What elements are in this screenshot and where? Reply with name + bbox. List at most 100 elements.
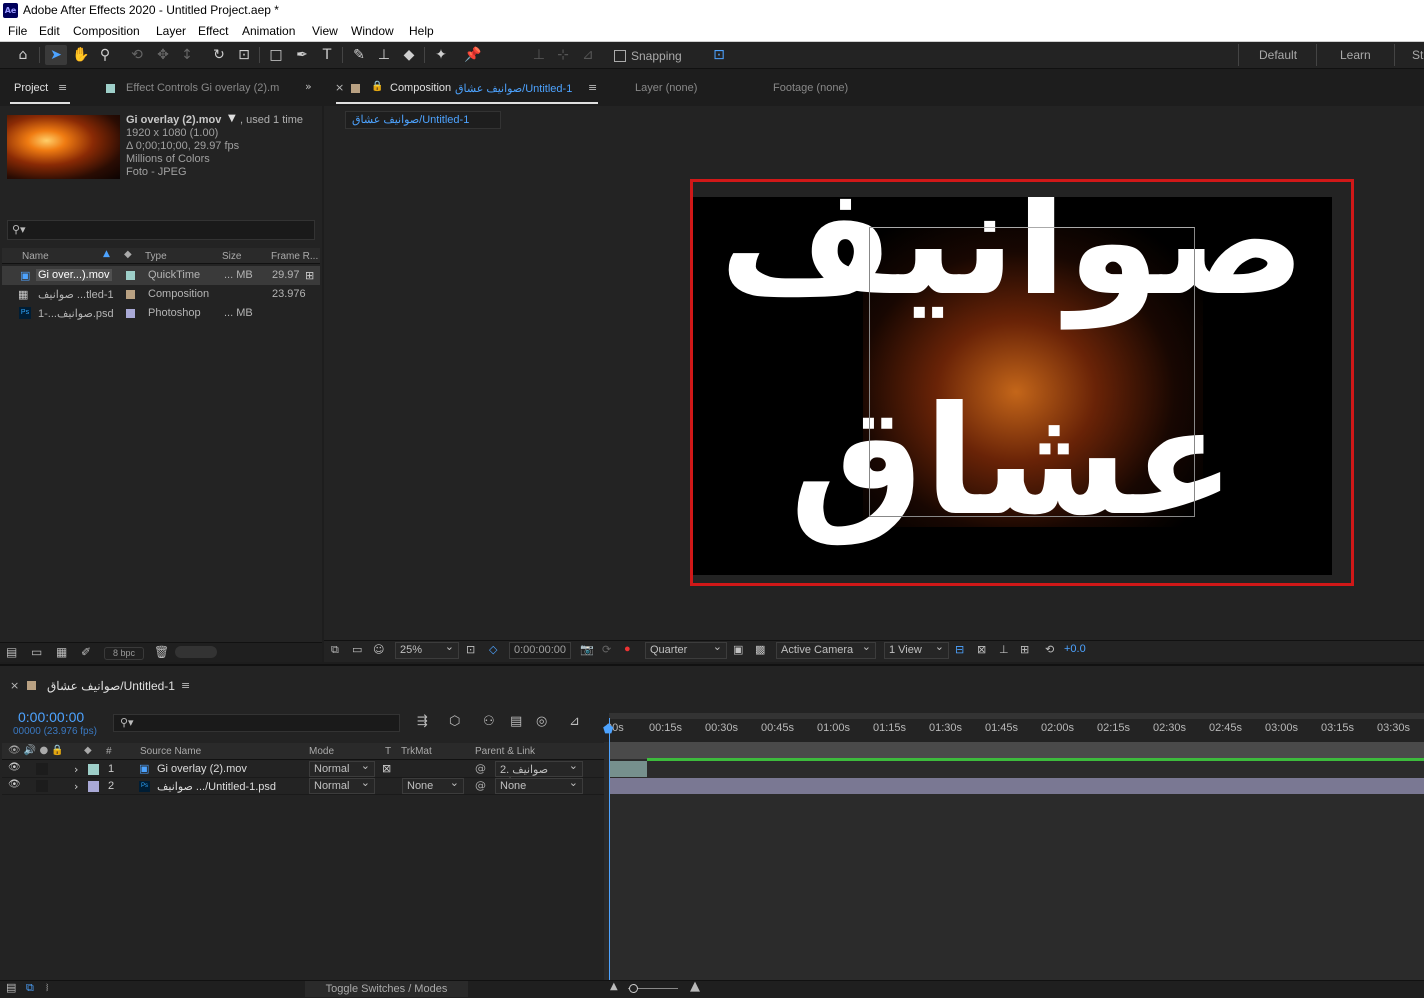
current-time-field[interactable]: 0:00:00:00 (509, 642, 571, 659)
zoom-dropdown[interactable]: 25% (395, 640, 459, 659)
workspace-default[interactable]: Default (1259, 48, 1297, 62)
draft-3d-icon[interactable]: ⬡ (449, 714, 460, 729)
zoom-out-mountain-icon[interactable]: ▲ (610, 981, 618, 992)
chevron-right-icon[interactable]: » (305, 80, 312, 93)
tab-project[interactable]: Project (14, 82, 48, 94)
show-snapshot-icon[interactable]: ⟳ (602, 643, 611, 661)
col-size[interactable]: Size (222, 251, 241, 262)
tab-footage[interactable]: Footage (none) (773, 82, 848, 94)
interpret-footage-icon[interactable]: ▤ (6, 645, 17, 659)
layer-row-2[interactable]: 👁 › 2 Ps صوانيف .../Untitled-1.psd Norma… (2, 776, 604, 795)
layer-bar-1[interactable] (609, 761, 647, 777)
col-trkmat[interactable]: TrkMat (401, 746, 432, 757)
layer-bar-2[interactable] (609, 778, 1424, 794)
frame-blending-icon[interactable]: ▤ (510, 714, 522, 729)
layer-row-1[interactable]: 👁 › 1 ▣ Gi overlay (2).mov Normal ⊠ @ 2.… (2, 759, 604, 789)
zoom-slider-handle[interactable] (629, 984, 638, 993)
pen-tool-icon[interactable]: ✒ (291, 45, 313, 65)
view-layout-dropdown[interactable]: 1 View (884, 640, 949, 659)
timeline-icon[interactable]: ⊥ (999, 643, 1009, 661)
monitor-icon[interactable]: ▭ (352, 643, 362, 661)
tab-effect-controls[interactable]: Effect Controls Gi overlay (2).m (126, 82, 279, 94)
project-row-overlay[interactable]: ▣ Gi over...).mov QuickTime ... MB 29.97… (2, 266, 320, 285)
playhead-icon[interactable]: ⬟ (603, 722, 613, 736)
expand-chevron-icon[interactable]: › (74, 763, 78, 776)
snapping-checkbox[interactable] (614, 50, 626, 62)
new-composition-icon[interactable]: ▦ (56, 645, 67, 659)
selection-tool-icon[interactable]: ➤ (45, 45, 67, 65)
graph-editor-icon[interactable]: ⊿ (569, 714, 580, 729)
parent-dropdown[interactable]: None (495, 776, 583, 794)
transparency-grid-icon[interactable]: ▩ (755, 643, 765, 661)
in-out-icon[interactable]: ⧘ (46, 981, 48, 995)
workspace-learn[interactable]: Learn (1340, 48, 1371, 62)
timeline-current-time[interactable]: 0:00:00:00 (18, 709, 84, 725)
col-parent[interactable]: Parent & Link (475, 746, 535, 757)
brush-tool-icon[interactable]: ✎ (348, 45, 370, 65)
view-axis-icon[interactable]: ⊿ (577, 45, 599, 65)
trash-icon[interactable]: 🗑 (154, 645, 169, 659)
comp-mini-flowchart-icon[interactable]: ⇶ (417, 714, 428, 729)
layer-mode-dropdown[interactable]: Normal (309, 776, 375, 794)
flowchart-icon[interactable]: ⊞ (1020, 643, 1029, 661)
lock-icon[interactable]: 🔒 (371, 81, 383, 92)
comp-tab-name[interactable]: صوانيف عشاق/Untitled-1 (455, 82, 572, 95)
tab-layer[interactable]: Layer (none) (635, 82, 697, 94)
layer-mode-dropdown[interactable]: Normal (309, 759, 375, 777)
adjust-icon[interactable]: ✐ (81, 645, 91, 659)
fit-icon[interactable]: ⊡ (466, 643, 475, 661)
close-tab-icon[interactable]: × (10, 679, 19, 692)
work-area-bar[interactable] (609, 713, 1424, 719)
camera-dropdown[interactable]: Active Camera (776, 640, 876, 659)
world-axis-icon[interactable]: ⊹ (552, 45, 574, 65)
project-row-composition[interactable]: ▦ صوانيف ...tled-1 Composition 23.976 (2, 285, 320, 304)
always-preview-icon[interactable]: ⧉ (331, 643, 339, 661)
trkmat-dropdown[interactable]: None (402, 776, 464, 794)
zoom-in-mountain-icon[interactable]: ▲ (690, 979, 700, 994)
rectangle-tool-icon[interactable]: □ (265, 45, 287, 65)
snapshot-camera-icon[interactable]: 📷 (580, 643, 594, 661)
menu-effect[interactable]: Effect (198, 24, 228, 38)
project-row-psd[interactable]: Ps 1-...صوانيف.psd Photoshop ... MB (2, 304, 320, 323)
pickwhip-icon[interactable]: @ (475, 779, 486, 792)
thumbnail-slider[interactable] (175, 646, 217, 658)
panel-menu-icon[interactable]: ≡ (181, 679, 190, 692)
col-name[interactable]: Name (22, 251, 49, 262)
clone-stamp-tool-icon[interactable]: ⊥ (373, 45, 395, 65)
menu-help[interactable]: Help (409, 24, 434, 38)
col-type[interactable]: Type (145, 251, 167, 262)
comp-tab-prefix[interactable]: Composition (390, 82, 451, 94)
pickwhip-icon[interactable]: @ (475, 762, 486, 775)
layer-label-swatch[interactable] (88, 781, 99, 792)
col-num[interactable]: # (106, 746, 112, 757)
rotation-tool-icon[interactable]: ↻ (208, 45, 230, 65)
menu-composition[interactable]: Composition (73, 24, 140, 38)
eye-icon[interactable]: 👁 (8, 779, 21, 790)
timeline-search-input[interactable] (113, 714, 400, 732)
comp-viewer-canvas[interactable]: صوانيف عشاق (693, 197, 1332, 575)
trkmat-icon[interactable]: ⊠ (382, 762, 391, 775)
layer-name[interactable]: صوانيف .../Untitled-1.psd (157, 780, 276, 793)
snap-options-icon[interactable]: ⊡ (708, 45, 730, 65)
color-channels-icon[interactable]: ● (624, 643, 631, 661)
parent-dropdown[interactable]: 2. صوانيف عشاق (495, 759, 583, 789)
layer-switches-icon[interactable]: ▤ (6, 981, 16, 994)
orbit-camera-icon[interactable]: ⟲ (126, 45, 148, 65)
timeline-tab-name[interactable]: صوانيف عشاق/Untitled-1 (47, 679, 175, 693)
current-time-indicator[interactable] (609, 718, 610, 980)
pan-camera-icon[interactable]: ✥ (152, 45, 174, 65)
menu-window[interactable]: Window (351, 24, 394, 38)
menu-edit[interactable]: Edit (39, 24, 60, 38)
flowchart-icon[interactable]: ⊞ (305, 269, 314, 282)
project-search-input[interactable] (7, 220, 315, 240)
toggle-switches-modes-button[interactable]: Toggle Switches / Modes (305, 981, 468, 997)
hand-tool-icon[interactable]: ✋ (70, 45, 92, 65)
menu-file[interactable]: File (8, 24, 27, 38)
fast-previews-icon[interactable]: ⊠ (977, 643, 986, 661)
new-folder-icon[interactable]: ▭ (31, 645, 42, 659)
eraser-tool-icon[interactable]: ◆ (398, 45, 420, 65)
exposure-value[interactable]: +0.0 (1064, 643, 1086, 661)
region-of-interest-icon[interactable]: ◇ (489, 643, 497, 661)
zoom-tool-icon[interactable]: ⚲ (94, 45, 116, 65)
shy-icon[interactable]: ⚇ (483, 714, 495, 729)
